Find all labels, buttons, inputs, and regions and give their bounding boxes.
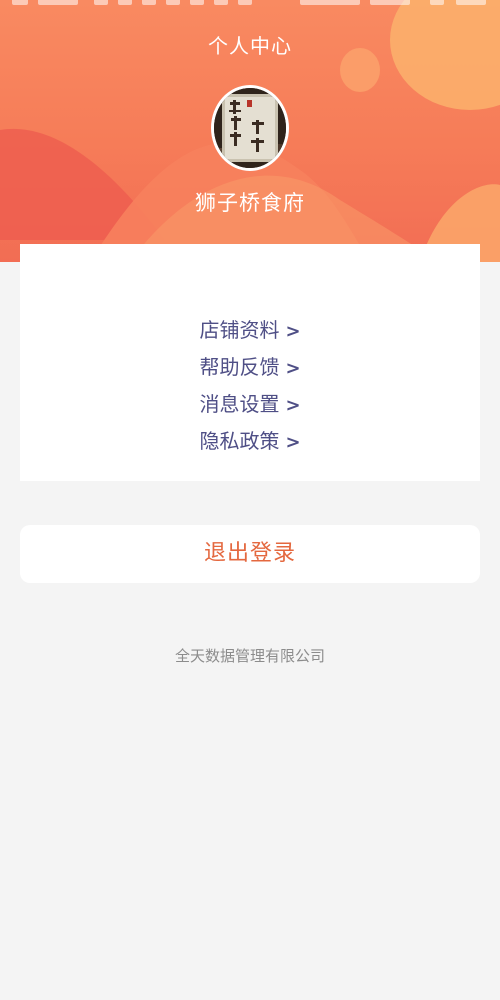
menu-card: 店铺资料 > 帮助反馈 > 消息设置 > 隐私政策 >: [20, 244, 480, 481]
chevron-right-icon: >: [285, 358, 301, 379]
menu-item-message-settings[interactable]: 消息设置 >: [20, 386, 480, 423]
menu-item-privacy-policy[interactable]: 隐私政策 >: [20, 423, 480, 460]
page-title: 个人中心: [208, 34, 292, 58]
menu-list: 店铺资料 > 帮助反馈 > 消息设置 > 隐私政策 >: [20, 312, 480, 460]
chevron-right-icon: >: [285, 432, 301, 453]
company-footer: 全天数据管理有限公司: [174, 647, 325, 665]
menu-item-help-feedback[interactable]: 帮助反馈 >: [20, 349, 480, 386]
logout-button[interactable]: 退出登录: [20, 525, 480, 583]
menu-item-store-info[interactable]: 店铺资料 >: [20, 312, 480, 349]
storefront-sign-icon: [214, 88, 286, 168]
chevron-right-icon: >: [285, 321, 301, 342]
store-name: 狮子桥食府: [195, 191, 305, 215]
status-bar: [0, 0, 500, 8]
profile-page: 个人中心 狮子桥食府 店铺资料 > 帮助反馈 > 消息设置 > 隐私政策 > 退…: [0, 0, 500, 1000]
menu-item-label: 隐私政策: [199, 429, 280, 453]
header-banner: 个人中心 狮子桥食府: [0, 0, 500, 262]
menu-item-label: 店铺资料: [199, 318, 280, 342]
menu-item-label: 消息设置: [199, 392, 280, 416]
menu-item-label: 帮助反馈: [199, 355, 280, 379]
avatar[interactable]: [211, 85, 289, 171]
chevron-right-icon: >: [285, 395, 301, 416]
